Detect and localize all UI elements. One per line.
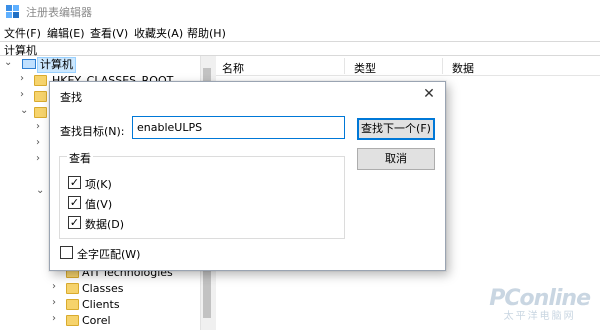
checkbox-label: 值(V) [85, 198, 113, 211]
tree-item-label: 计算机 [37, 57, 76, 73]
column-divider[interactable] [442, 58, 443, 74]
chevron-right-icon[interactable]: › [20, 73, 24, 84]
tree-item-label: Classes [82, 282, 124, 295]
tree-item-corel[interactable]: › Corel [52, 313, 202, 329]
column-header-data[interactable]: 数据 [452, 60, 474, 76]
cancel-button[interactable]: 取消 [357, 148, 435, 170]
find-what-input[interactable] [132, 116, 345, 139]
menu-help[interactable]: 帮助(H) [187, 25, 226, 41]
tree-item-label: Clients [82, 298, 120, 311]
folder-icon [66, 299, 79, 310]
checkbox-unchecked-icon[interactable] [60, 246, 73, 259]
checkbox-checked-icon[interactable]: ✓ [68, 196, 81, 209]
chevron-right-icon[interactable]: › [52, 281, 56, 292]
checkbox-label: 数据(D) [85, 218, 125, 231]
find-next-button[interactable]: 查找下一个(F) [357, 118, 435, 140]
find-what-label: 查找目标(N): [60, 125, 125, 138]
chevron-right-icon[interactable]: › [36, 121, 40, 132]
folder-icon [34, 107, 47, 118]
tree-item-computer[interactable]: ⌄ 计算机 [4, 57, 194, 73]
menu-edit[interactable]: 编辑(E) [47, 25, 85, 41]
values-list-header: 名称 类型 数据 [216, 56, 600, 76]
tree-item-classes[interactable]: › Classes [52, 281, 202, 297]
folder-icon [34, 91, 47, 102]
look-at-group: 查看 ✓ 项(K) ✓ 值(V) ✓ 数据(D) [59, 150, 345, 239]
window-title: 注册表编辑器 [26, 6, 92, 19]
chevron-down-icon[interactable]: ⌄ [4, 57, 12, 68]
look-at-group-title: 查看 [67, 150, 93, 166]
computer-icon [22, 59, 36, 69]
checkbox-label: 项(K) [85, 178, 112, 191]
address-bar[interactable]: 计算机 [0, 41, 600, 57]
column-header-name[interactable]: 名称 [222, 60, 244, 76]
folder-icon [66, 315, 79, 326]
tree-item-clients[interactable]: › Clients [52, 297, 202, 313]
menu-view[interactable]: 查看(V) [90, 25, 128, 41]
dialog-title: 查找 [60, 91, 82, 104]
menu-file[interactable]: 文件(F) [4, 25, 41, 41]
chevron-right-icon[interactable]: › [20, 89, 24, 100]
close-icon[interactable]: ✕ [419, 85, 439, 103]
watermark-subtitle: 太平洋电脑网 [503, 311, 576, 322]
find-dialog: 查找 ✕ 查找目标(N): 查找下一个(F) 取消 查看 ✓ 项(K) ✓ 值(… [49, 81, 446, 271]
checkbox-label: 全字匹配(W) [77, 248, 141, 261]
tree-item-label: Corel [82, 314, 111, 327]
chevron-down-icon[interactable]: ⌄ [36, 185, 44, 196]
registry-editor-icon [6, 5, 19, 18]
column-divider[interactable] [344, 58, 345, 74]
folder-icon [66, 283, 79, 294]
checkbox-checked-icon[interactable]: ✓ [68, 176, 81, 189]
folder-icon [34, 75, 47, 86]
window-titlebar: 注册表编辑器 [0, 0, 600, 22]
chevron-right-icon[interactable]: › [52, 297, 56, 308]
chevron-right-icon[interactable]: › [36, 153, 40, 164]
menu-bar: 文件(F) 编辑(E) 查看(V) 收藏夹(A) 帮助(H) [0, 22, 600, 41]
watermark: PConline 太平洋电脑网 [489, 286, 591, 322]
chevron-right-icon[interactable]: › [36, 137, 40, 148]
chevron-right-icon[interactable]: › [52, 313, 56, 324]
column-header-type[interactable]: 类型 [354, 60, 376, 76]
menu-favorites[interactable]: 收藏夹(A) [134, 25, 183, 41]
checkbox-checked-icon[interactable]: ✓ [68, 216, 81, 229]
chevron-down-icon[interactable]: ⌄ [20, 105, 28, 116]
